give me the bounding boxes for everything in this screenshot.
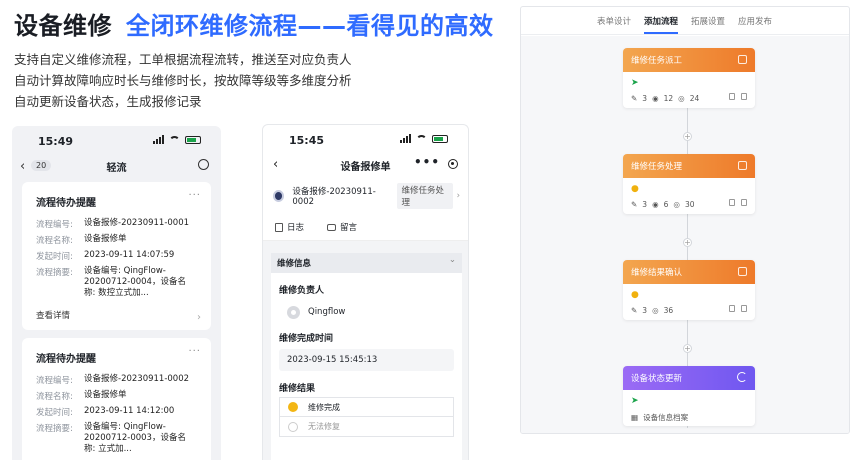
done-time-field[interactable]: 2023-09-15 15:45:13 — [279, 349, 454, 371]
feature-description: 支持自定义维修流程，工单根据流程流转，推送至对应负责人 自动计算故障响应时长与维… — [14, 49, 352, 112]
result-label: 维修结果 — [279, 384, 316, 394]
card-row: 发起时间: 2023-09-11 14:07:59 — [36, 250, 175, 262]
node-title: 维修任务派工 — [631, 56, 683, 66]
card-row: 流程摘要: 设备编号: QingFlow-20200712-0003，设备名称: … — [36, 422, 186, 454]
flow-node[interactable]: 维修任务派工 ➤ ✎ 3 ◉ 12 ◎ 24 — [623, 48, 755, 108]
node-settings-icon[interactable] — [738, 267, 747, 276]
page: 设备维修 全闭环维修流程——看得见的高效 支持自定义维修流程，工单根据流程流转，推… — [0, 0, 865, 460]
chevron-right-icon[interactable]: › — [457, 191, 460, 201]
chat-title: 轻流 — [106, 163, 127, 174]
wifi-icon — [416, 134, 427, 143]
delete-icon[interactable] — [741, 93, 747, 100]
nav-bar: ‹ 设备报修单 ••• — [263, 155, 468, 179]
headline-title: 设备维修 — [14, 12, 112, 40]
node-settings-icon[interactable] — [738, 55, 747, 64]
add-node-icon[interactable]: + — [683, 238, 692, 247]
add-node-icon[interactable]: + — [683, 132, 692, 141]
notification-card[interactable]: 流程待办提醒 ··· 流程编号: 设备报修-20230911-0002 流程名称:… — [22, 338, 211, 460]
user-icon: ● — [631, 290, 639, 300]
notification-card[interactable]: 流程待办提醒 ··· 流程编号: 设备报修-20230911-0001 流程名称:… — [22, 182, 211, 330]
card-row: 流程编号: 设备报修-20230911-0001 — [36, 218, 190, 230]
copy-icon[interactable] — [729, 93, 735, 100]
flow-node[interactable]: 维修任务处理 ● ✎ 3 ◉ 6 ◎ 30 — [623, 154, 755, 214]
tab-form-design[interactable]: 表单设计 — [597, 15, 631, 27]
battery-icon — [432, 134, 448, 143]
tab-extension-settings[interactable]: 拓展设置 — [691, 15, 725, 27]
editor-tabs: 表单设计 添加流程 拓展设置 应用发布 — [521, 7, 849, 35]
card-row: 流程名称: 设备报修单 — [36, 234, 127, 246]
target-icon[interactable] — [448, 159, 458, 169]
copy-icon[interactable] — [729, 199, 735, 206]
workflow-editor: 表单设计 添加流程 拓展设置 应用发布 维修任务派工 ➤ ✎ 3 ◉ 12 ◎ 24 + … — [520, 6, 850, 434]
status-bar: 15:45 — [263, 125, 468, 155]
status-time: 15:49 — [38, 135, 74, 148]
detail-tabs: 日志 留言 — [263, 215, 468, 241]
headline-subtitle: 全闭环维修流程——看得见的高效 — [126, 12, 494, 40]
stage-badge: 维修任务处理 — [397, 183, 453, 209]
flow-canvas: 维修任务派工 ➤ ✎ 3 ◉ 12 ◎ 24 + 维修任务处理 ● ✎ 3 ◉ 6 ◎ 30 + 维… — [521, 36, 849, 433]
nav-bar: ‹ 20 轻流 — [12, 156, 221, 182]
card-row: 发起时间: 2023-09-11 14:12:00 — [36, 406, 175, 418]
delete-icon[interactable] — [741, 305, 747, 312]
section-header[interactable]: 维修信息 ⌄ — [271, 253, 462, 273]
phone-notification-list: 15:49 ‹ 20 轻流 流程待办提醒 ··· 流程编号: 设备报修-20230… — [12, 126, 221, 460]
status-bar: 15:49 — [12, 126, 221, 156]
app-logo-icon — [273, 190, 285, 202]
add-node-icon[interactable]: + — [683, 344, 692, 353]
tab-add-process[interactable]: 添加流程 — [644, 15, 679, 34]
headline: 设备维修 全闭环维修流程——看得见的高效 — [14, 6, 494, 41]
tab-log[interactable]: 日志 — [275, 221, 304, 233]
card-row: 流程摘要: 设备编号: QingFlow-20200712-0004，设备名称: … — [36, 266, 186, 298]
flow-node[interactable]: 维修结果确认 ● ✎ 3 ◎ 36 — [623, 260, 755, 320]
flow-node[interactable]: 设备状态更新 ➤ ▦ 设备信息档案 — [623, 366, 755, 426]
node-settings-icon[interactable] — [738, 161, 747, 170]
card-row: 流程编号: 设备报修-20230911-0002 — [36, 374, 190, 386]
node-title: 维修结果确认 — [631, 268, 683, 278]
node-title: 维修任务处理 — [631, 162, 683, 172]
send-icon: ➤ — [631, 78, 639, 88]
send-icon: ➤ — [631, 396, 639, 406]
chevron-down-icon[interactable]: ⌄ — [449, 255, 456, 265]
description-line: 自动计算故障响应时长与维修时长，按故障等级等多维度分析 — [14, 73, 352, 88]
done-time-label: 维修完成时间 — [279, 334, 334, 344]
more-icon[interactable]: ··· — [188, 346, 201, 357]
record-header[interactable]: 设备报修-20230911-0002 维修任务处理 › — [273, 183, 460, 209]
owner-label: 维修负责人 — [279, 286, 325, 296]
phone-record-detail: 15:45 ‹ 设备报修单 ••• 设备报修-20230911-0002 维修任… — [262, 124, 469, 460]
chevron-right-icon[interactable]: › — [197, 312, 201, 323]
comment-icon — [327, 223, 336, 231]
more-icon[interactable]: ••• — [414, 155, 440, 169]
card-title: 流程待办提醒 — [36, 354, 96, 365]
node-title: 设备状态更新 — [631, 374, 683, 384]
refresh-icon[interactable] — [737, 372, 747, 382]
record-id: 设备报修-20230911-0002 — [292, 187, 376, 207]
wifi-icon — [169, 135, 180, 144]
tab-comments[interactable]: 留言 — [327, 221, 357, 233]
signal-icon — [400, 134, 411, 143]
document-icon — [275, 222, 283, 232]
avatar — [287, 305, 300, 319]
result-option-done[interactable]: 维修完成 — [279, 397, 454, 417]
radio-unchecked[interactable] — [288, 421, 298, 432]
status-time: 15:45 — [289, 134, 325, 147]
delete-icon[interactable] — [741, 199, 747, 206]
tab-app-publish[interactable]: 应用发布 — [738, 15, 772, 27]
result-option-unrepairable[interactable]: 无法修复 — [279, 417, 454, 437]
view-details-link[interactable]: 查看详情 — [36, 309, 70, 321]
description-line: 支持自定义维修流程，工单根据流程流转，推送至对应负责人 — [14, 52, 352, 67]
card-title: 流程待办提醒 — [36, 198, 96, 209]
battery-icon — [185, 135, 201, 144]
radio-checked[interactable] — [288, 402, 298, 412]
signal-icon — [153, 135, 164, 144]
user-icon[interactable] — [198, 159, 209, 170]
copy-icon[interactable] — [729, 305, 735, 312]
description-line: 自动更新设备状态，生成报修记录 — [14, 94, 202, 109]
user-icon: ● — [631, 184, 639, 194]
owner-field[interactable]: Qingflow — [279, 301, 454, 323]
more-icon[interactable]: ··· — [188, 190, 201, 201]
repair-form: 维修负责人 Qingflow 维修完成时间 2023-09-15 15:45:1… — [271, 273, 462, 460]
node-target: 设备信息档案 — [643, 413, 689, 422]
card-row: 流程名称: 设备报修单 — [36, 390, 127, 402]
